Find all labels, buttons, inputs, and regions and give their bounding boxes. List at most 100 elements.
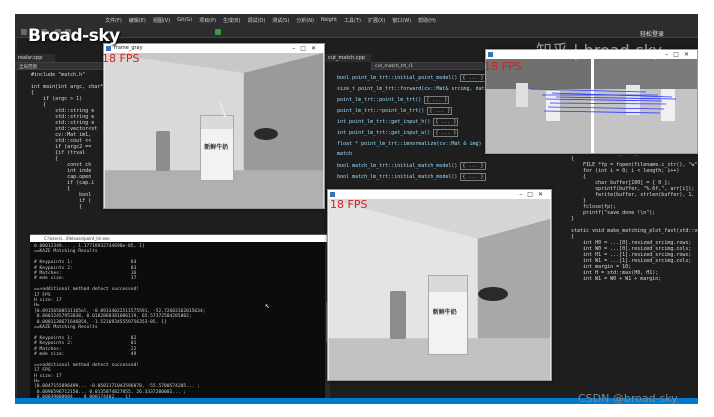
tab-realsr[interactable]: realsr.cpp: [15, 54, 55, 62]
code-line: printf("save done !\n");: [571, 210, 656, 216]
match-image: [486, 59, 697, 153]
run-icon[interactable]: [215, 29, 221, 35]
watermark-csdn: CSDN @broad-sky: [578, 392, 678, 405]
code-line: }: [571, 216, 575, 222]
console-line: 0.08012457953038, 0.0182868381086119, 65…: [34, 314, 192, 320]
window-icon: [330, 192, 335, 197]
console-line: H size: 17: [34, 373, 62, 379]
milk-carton: 新鲜牛奶: [428, 275, 468, 355]
left-scope-dropdown[interactable]: 全局范围: [15, 62, 105, 70]
console-line: ==>additional method detect successed!: [34, 287, 140, 293]
console-line: 17 FPS: [34, 368, 51, 374]
console-titlebar[interactable]: C:\Users\...\Release\point_lm.exe: [30, 235, 330, 242]
code-row: bool match_lm_trt::initial_match_model()…: [337, 162, 486, 170]
watermark-broad-sky: Broad-sky: [28, 26, 120, 46]
tab-cut-match[interactable]: cut_match.cpp: [325, 54, 371, 62]
console-line: # Matches: 22: [34, 346, 137, 352]
code-line: #include "match.h": [31, 72, 86, 78]
bottle: [156, 131, 170, 171]
collapsed-region-toggle[interactable]: { ... }: [460, 173, 486, 181]
collapsed-region-toggle[interactable]: { ... }: [424, 96, 450, 104]
new-file-icon[interactable]: [21, 29, 27, 35]
menu-item[interactable]: 项目(P): [199, 17, 216, 24]
bottle: [390, 291, 406, 339]
menu-item[interactable]: 工具(T): [344, 17, 361, 24]
fps-label: 18 FPS: [484, 60, 522, 73]
code-row: int point_lm_trt::get_input_w() { ... }: [337, 129, 459, 137]
collapsed-region-toggle[interactable]: { ... }: [433, 118, 459, 126]
code-line: point_lm_trt::~point_lm_trt(): [337, 108, 428, 114]
console-line: ==KAZE Matching Results: [34, 325, 98, 330]
menu-item[interactable]: 分析(N): [296, 17, 314, 24]
menu-item[interactable]: 编辑(E): [129, 17, 146, 24]
code-line: int point_lm_trt::get_input_h(): [337, 119, 434, 125]
frame-gray-window[interactable]: frame_gray –□✕ 新鲜牛奶 18 FPS: [102, 43, 325, 209]
code-line: bool match_lm_trt::initial_match_model(): [337, 163, 461, 169]
menu-item[interactable]: 文件(F): [105, 17, 122, 24]
console-line: [0.0847155896499... -0.0581171043596870,…: [34, 384, 200, 390]
collapsed-region-toggle[interactable]: { ... }: [460, 74, 486, 82]
collapsed-region-toggle[interactable]: { ... }: [433, 129, 459, 137]
window-icon: [488, 52, 493, 57]
console-line: # mde size: 37: [34, 276, 137, 282]
frame-gray-image: 新鲜牛奶: [104, 53, 324, 208]
code-line: static void make_matching_plot_fast(std:…: [571, 228, 698, 234]
window-controls[interactable]: –□✕: [292, 44, 321, 53]
console-line: # Keypoints 1: 64: [34, 260, 137, 266]
console-line: # Keypoints 2: 81: [34, 341, 137, 347]
bottom-video-window[interactable]: –□✕ 新鲜牛奶 18 FPS: [327, 189, 552, 381]
fps-label: 18 FPS: [102, 52, 140, 65]
code-line: fwrite(buffer, strlen(buffer), 1, fp);: [571, 192, 698, 198]
match-visualization: [486, 59, 697, 153]
fan: [254, 128, 278, 140]
bottom-video-image: 新鲜牛奶: [328, 199, 551, 380]
code-line: point_lm_trt::point_lm_trt(): [337, 97, 425, 103]
console-line: # mde size: 49: [34, 352, 137, 357]
console-line: 17 FPS: [34, 292, 51, 298]
milk-carton: 新鲜牛奶: [200, 115, 234, 181]
code-row: match: [337, 151, 355, 157]
fan: [478, 287, 508, 301]
code-line: int point_lm_trt::get_input_w(): [337, 130, 434, 136]
menu-item[interactable]: 调试(D): [247, 17, 265, 24]
code-row: point_lm_trt::point_lm_trt() { ... }: [337, 96, 450, 104]
code-line: bool match_lm_trt::initial_match_model(): [337, 174, 461, 180]
code-line: int W1 = W0 + W1 + margin;: [571, 276, 662, 282]
ide-screenshot: 文件(F) 编辑(E) 视图(V) Git(G) 项目(P) 生成(B) 调试(D) 测试(S…: [15, 14, 698, 404]
console-window[interactable]: C:\Users\...\Release\point_lm.exe 0.0001…: [30, 234, 330, 404]
match-window[interactable]: –□✕ 18 FPS: [484, 49, 698, 154]
code-row: bool point_lm_trt::initial_point_model()…: [337, 74, 486, 82]
menu-item[interactable]: 测试(S): [272, 17, 289, 24]
menu-item[interactable]: 视图(V): [153, 17, 170, 24]
carton-label: 新鲜牛奶: [432, 309, 457, 317]
ide-left-strip: [15, 38, 17, 404]
window-controls[interactable]: –□✕: [665, 50, 694, 59]
code-row: bool match_lm_trt::initial_match_model()…: [337, 173, 486, 181]
window-controls[interactable]: –□✕: [519, 190, 548, 199]
menu-item[interactable]: Nsight: [321, 17, 337, 23]
menu-item[interactable]: 扩展(X): [368, 17, 385, 24]
console-line: ==KAZE Matching Results: [34, 249, 98, 255]
window-icon: [106, 46, 111, 51]
menu-item[interactable]: 窗口(W): [392, 17, 411, 24]
code-line: int main(int argc, char**: [31, 84, 107, 90]
ide-menubar: 文件(F) 编辑(E) 视图(V) Git(G) 项目(P) 生成(B) 调试(D) 测试(S…: [15, 14, 698, 26]
watermark-zhihu: 知乎 | broad-sky: [536, 41, 662, 60]
menu-item[interactable]: 帮助(H): [418, 17, 436, 24]
console-line: 0.0001138671646054, -1.52169345559756353…: [34, 319, 167, 325]
fps-label: 18 FPS: [330, 198, 368, 211]
code-line: size_t point_lm_trt::forward(cv::Mat& sr…: [337, 86, 491, 92]
mouse-cursor-icon: ↖: [265, 301, 270, 310]
code-line: for (int i = 0; i < length; i++): [571, 168, 680, 174]
menu-item[interactable]: Git(G): [177, 17, 192, 23]
code-row: float * point_lm_trt::imnormalize(cv::Ma…: [337, 140, 510, 148]
code-row: point_lm_trt::~point_lm_trt() { ... }: [337, 107, 453, 115]
collapsed-region-toggle[interactable]: { ... }: [427, 107, 453, 115]
collapsed-region-toggle[interactable]: { ... }: [460, 162, 486, 170]
carton-label: 新鲜牛奶: [204, 143, 229, 151]
console-line: # Keypoints 2: 83: [34, 265, 137, 271]
menu-item[interactable]: 生成(B): [223, 17, 240, 24]
console-line: H=: [34, 303, 40, 309]
code-line: {: [31, 204, 83, 210]
code-line: match: [337, 151, 356, 157]
